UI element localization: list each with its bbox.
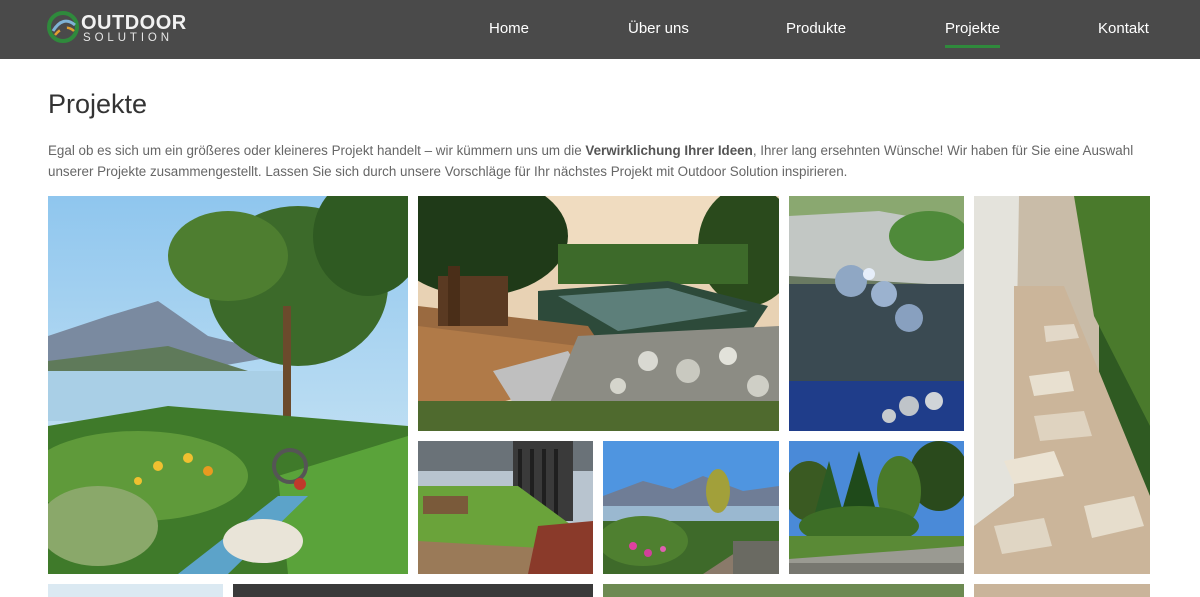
nav-item-kontakt[interactable]: Kontakt [1098,20,1149,37]
active-nav-indicator [945,45,1001,48]
gallery-image-garden-lake[interactable] [48,196,408,574]
gallery-image-stone-path[interactable] [974,196,1150,574]
gallery-image-row2-1[interactable] [48,584,223,597]
gallery-image-row2-2[interactable] [233,584,593,597]
logo-text-outdoor: OUTDOOR [81,12,187,34]
lake-mountain-photo [603,441,779,574]
stone-path-photo [974,196,1150,574]
logo-text-solution: SOLUTION [83,32,173,44]
water-spheres-photo [789,196,964,431]
conifer-garden-photo [789,441,964,574]
gallery-image-row2-3[interactable] [603,584,964,597]
nav-item-projekte[interactable]: Projekte [945,20,1001,48]
nav-item-ueber-uns[interactable]: Über uns [628,20,689,37]
nav-item-home[interactable]: Home [489,20,529,37]
nav-item-projekte-label: Projekte [945,20,1001,37]
gallery-image-conifer-garden[interactable] [789,441,964,574]
intro-text-start: Egal ob es sich um ein größeres oder kle… [48,143,586,158]
gallery-image-lake-mountain[interactable] [603,441,779,574]
gallery-image-pond-deck[interactable] [418,196,779,431]
intro-paragraph: Egal ob es sich um ein größeres oder kle… [48,140,1158,182]
logo-swirl-icon [47,11,79,43]
logo[interactable]: OUTDOOR SOLUTION [47,11,187,45]
intro-highlight: Verwirklichung Ihrer Ideen [585,143,753,158]
page-title: Projekte [48,89,148,119]
gallery-image-lawn[interactable] [418,441,593,574]
nav-item-produkte[interactable]: Produkte [786,20,846,37]
garden-lake-photo [48,196,408,574]
gallery-image-water-spheres[interactable] [789,196,964,431]
site-header: OUTDOOR SOLUTION Home Über uns Produkte … [0,0,1200,59]
gallery-image-row2-4[interactable] [974,584,1150,597]
pond-deck-photo [418,196,779,431]
lawn-photo [418,441,593,574]
